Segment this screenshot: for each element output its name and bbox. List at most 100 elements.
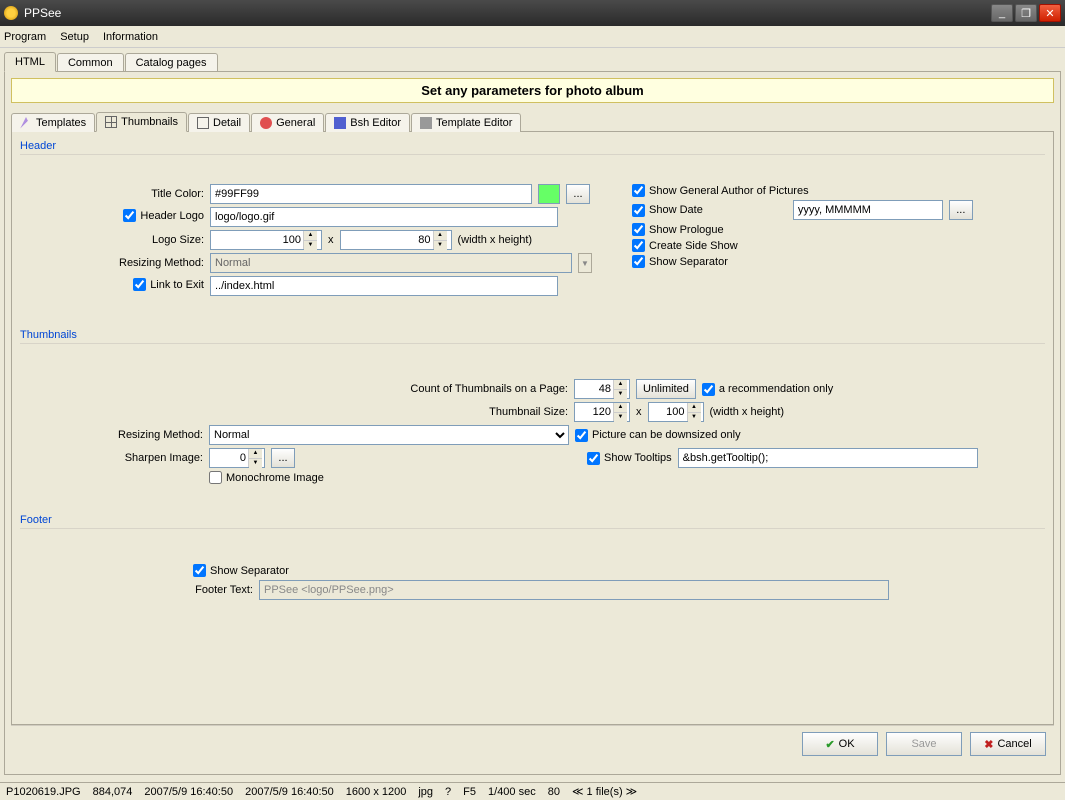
window-buttons: _ ❐ ✕ bbox=[991, 4, 1061, 22]
top-tabs: HTML Common Catalog pages bbox=[4, 50, 1061, 71]
sharpen-spinner[interactable]: ▲▼ bbox=[248, 449, 262, 467]
status-bar: P1020619.JPG 884,074 2007/5/9 16:40:50 2… bbox=[0, 782, 1065, 800]
menu-setup[interactable]: Setup bbox=[60, 31, 89, 43]
footer-section-title: Footer bbox=[20, 514, 1045, 529]
thumb-height-spinner[interactable]: ▲▼ bbox=[687, 403, 701, 421]
dialog-buttons: ✔OK Save ✖Cancel bbox=[11, 725, 1054, 762]
tab-common[interactable]: Common bbox=[57, 53, 124, 72]
link-to-exit-label: Link to Exit bbox=[150, 279, 204, 291]
count-thumbnails-label: Count of Thumbnails on a Page: bbox=[28, 383, 568, 395]
minimize-button[interactable]: _ bbox=[991, 4, 1013, 22]
square-blue-icon bbox=[334, 117, 346, 129]
create-slideshow-label: Create Side Show bbox=[649, 240, 738, 252]
subtab-detail[interactable]: Detail bbox=[188, 113, 250, 132]
thumbnail-size-label: Thumbnail Size: bbox=[28, 406, 568, 418]
show-tooltips-label: Show Tooltips bbox=[604, 452, 672, 464]
subtab-thumbnails[interactable]: Thumbnails bbox=[96, 112, 187, 132]
menu-bar: Program Setup Information bbox=[0, 26, 1065, 48]
logo-size-label: Logo Size: bbox=[118, 234, 204, 246]
sharpen-browse-button[interactable]: ... bbox=[271, 448, 295, 468]
grid-icon bbox=[105, 116, 117, 128]
sharpen-label: Sharpen Image: bbox=[28, 452, 203, 464]
show-prologue-label: Show Prologue bbox=[649, 224, 724, 236]
subtab-general[interactable]: General bbox=[251, 113, 324, 132]
check-icon: ✔ bbox=[825, 738, 834, 751]
header-resizing-select[interactable] bbox=[210, 253, 572, 273]
status-dims: 1600 x 1200 bbox=[346, 786, 407, 798]
show-author-check[interactable] bbox=[632, 184, 645, 197]
status-iso: 80 bbox=[548, 786, 560, 798]
header-section-title: Header bbox=[20, 140, 1045, 155]
header-show-separator-label: Show Separator bbox=[649, 256, 728, 268]
status-nav: ≪ 1 file(s) ≫ bbox=[572, 785, 637, 798]
title-bar: PPSee _ ❐ ✕ bbox=[0, 0, 1065, 26]
rect-icon bbox=[197, 117, 209, 129]
thumb-width-input[interactable] bbox=[575, 403, 613, 421]
date-format-input[interactable] bbox=[793, 200, 943, 220]
status-shutter: 1/400 sec bbox=[488, 786, 536, 798]
status-q: ? bbox=[445, 786, 451, 798]
cancel-button[interactable]: ✖Cancel bbox=[970, 732, 1046, 756]
footer-show-separator-label: Show Separator bbox=[210, 565, 289, 577]
logo-height-spinner[interactable]: ▲▼ bbox=[433, 231, 447, 249]
status-ext: jpg bbox=[418, 786, 433, 798]
circle-icon bbox=[260, 117, 272, 129]
title-color-browse-button[interactable]: ... bbox=[566, 184, 590, 204]
chevron-down-icon[interactable]: ▼ bbox=[578, 253, 592, 273]
status-f: F5 bbox=[463, 786, 476, 798]
status-date2: 2007/5/9 16:40:50 bbox=[245, 786, 334, 798]
footer-show-separator-check[interactable] bbox=[193, 564, 206, 577]
thumb-wh-note: (width x height) bbox=[710, 406, 785, 418]
restore-button[interactable]: ❐ bbox=[1015, 4, 1037, 22]
count-thumbnails-input[interactable] bbox=[575, 380, 613, 398]
subtab-bsh-editor[interactable]: Bsh Editor bbox=[325, 113, 410, 132]
footer-text-input[interactable] bbox=[259, 580, 889, 600]
create-slideshow-check[interactable] bbox=[632, 239, 645, 252]
show-date-check[interactable] bbox=[632, 204, 645, 217]
recommendation-check[interactable] bbox=[702, 383, 715, 396]
menu-program[interactable]: Program bbox=[4, 31, 46, 43]
save-button[interactable]: Save bbox=[886, 732, 962, 756]
logo-width-spinner[interactable]: ▲▼ bbox=[303, 231, 317, 249]
show-prologue-check[interactable] bbox=[632, 223, 645, 236]
unlimited-button[interactable]: Unlimited bbox=[636, 379, 696, 399]
thumb-width-spinner[interactable]: ▲▼ bbox=[613, 403, 627, 421]
menu-information[interactable]: Information bbox=[103, 31, 158, 43]
subtab-templates[interactable]: Templates bbox=[11, 113, 95, 132]
subtab-template-editor[interactable]: Template Editor bbox=[411, 113, 521, 132]
tooltips-input[interactable] bbox=[678, 448, 978, 468]
thumb-height-input[interactable] bbox=[649, 403, 687, 421]
tab-catalog-pages[interactable]: Catalog pages bbox=[125, 53, 218, 72]
logo-width-input[interactable] bbox=[211, 231, 303, 249]
link-to-exit-input[interactable] bbox=[210, 276, 558, 296]
logo-height-input[interactable] bbox=[341, 231, 433, 249]
downsized-check[interactable] bbox=[575, 429, 588, 442]
app-icon bbox=[4, 6, 18, 20]
banner: Set any parameters for photo album bbox=[11, 78, 1054, 103]
count-spinner[interactable]: ▲▼ bbox=[613, 380, 627, 398]
footer-text-label: Footer Text: bbox=[193, 584, 253, 596]
title-color-swatch[interactable] bbox=[538, 184, 560, 204]
resizing-method-label: Resizing Method: bbox=[118, 257, 204, 269]
square-gray-icon bbox=[420, 117, 432, 129]
header-show-separator-check[interactable] bbox=[632, 255, 645, 268]
thumb-x: x bbox=[636, 406, 642, 418]
x-icon: ✖ bbox=[984, 738, 993, 751]
status-size: 884,074 bbox=[93, 786, 133, 798]
title-color-input[interactable] bbox=[210, 184, 532, 204]
sharpen-input[interactable] bbox=[210, 449, 248, 467]
header-logo-check[interactable] bbox=[123, 209, 136, 222]
thumbnails-section-title: Thumbnails bbox=[20, 329, 1045, 344]
app-title: PPSee bbox=[24, 6, 991, 20]
link-to-exit-check[interactable] bbox=[133, 278, 146, 291]
ok-button[interactable]: ✔OK bbox=[802, 732, 878, 756]
date-format-browse-button[interactable]: ... bbox=[949, 200, 973, 220]
header-logo-input[interactable] bbox=[210, 207, 558, 227]
tab-html[interactable]: HTML bbox=[4, 52, 56, 72]
close-button[interactable]: ✕ bbox=[1039, 4, 1061, 22]
show-tooltips-check[interactable] bbox=[587, 452, 600, 465]
width-height-note: (width x height) bbox=[458, 234, 533, 246]
triangle-icon bbox=[20, 117, 32, 129]
monochrome-check[interactable] bbox=[209, 471, 222, 484]
thumb-resizing-select[interactable]: Normal bbox=[209, 425, 569, 445]
